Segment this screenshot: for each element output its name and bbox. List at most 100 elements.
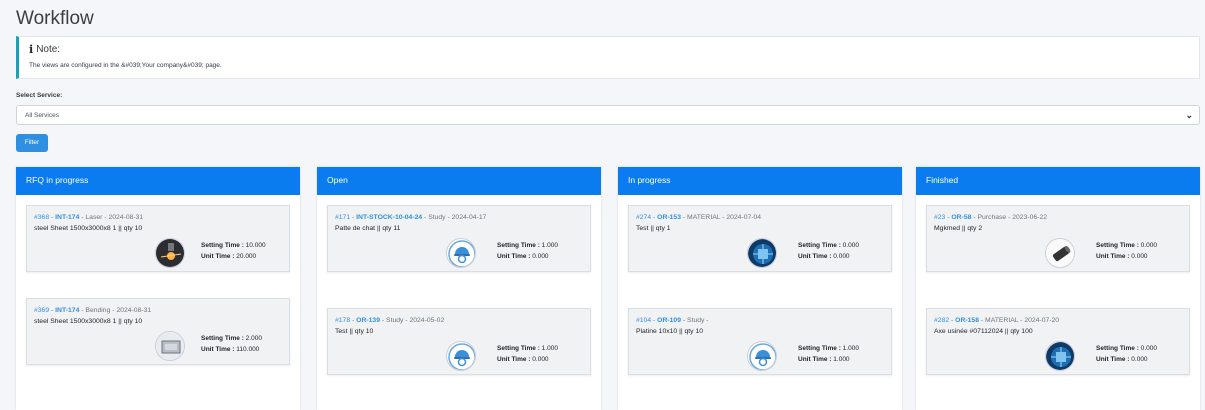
- setting-time-label: Setting Time :: [798, 345, 841, 352]
- card-header-line: #171 - INT-STOCK-10-04-24 - Study - 2024…: [335, 214, 486, 221]
- page-title: Workflow: [16, 8, 94, 29]
- card-times: Setting Time : 0.000 Unit Time : 0.000: [1096, 343, 1157, 365]
- workflow-card[interactable]: #368 - INT-174 - Laser - 2024-08-31 steel…: [26, 205, 290, 272]
- card-reference-link[interactable]: OR-139: [356, 317, 380, 324]
- card-description: Patte de chat || qty 11: [335, 225, 401, 232]
- setting-time-value: 0.000: [1140, 242, 1157, 249]
- card-operation: Laser: [85, 214, 103, 221]
- card-number-link[interactable]: #282: [934, 317, 949, 324]
- card-number-link[interactable]: #23: [934, 214, 945, 221]
- unit-time-label: Unit Time :: [497, 253, 531, 260]
- unit-time-row: Unit Time : 0.000: [1096, 251, 1157, 262]
- card-reference-link[interactable]: INT-174: [55, 214, 79, 221]
- note-box: i Note: The views are configured in the …: [16, 36, 1200, 79]
- workflow-card[interactable]: #274 - OR-153 - MATERIAL - 2024-07-04 Tes…: [628, 205, 892, 272]
- note-heading-text: Note:: [36, 44, 61, 55]
- column-in-progress: In progress #274 - OR-153 - MATERIAL - 20…: [618, 167, 902, 410]
- card-number-link[interactable]: #171: [335, 214, 350, 221]
- card-header-line: #369 - INT-174 - Bending - 2024-08-31: [34, 307, 151, 314]
- card-reference-link[interactable]: INT-STOCK-10-04-24: [356, 214, 422, 221]
- service-select[interactable]: All Services ⌄: [16, 105, 1200, 125]
- column-header: RFQ in progress: [16, 167, 300, 195]
- setting-time-label: Setting Time :: [201, 242, 244, 249]
- card-number-link[interactable]: #178: [335, 317, 350, 324]
- setting-time-value: 1.000: [541, 242, 558, 249]
- setting-time-row: Setting Time : 1.000: [497, 343, 558, 354]
- unit-time-row: Unit Time : 0.000: [1096, 354, 1157, 365]
- card-date: 2024-08-31: [116, 307, 152, 314]
- column-header: In progress: [618, 167, 902, 195]
- card-header-line: #274 - OR-153 - MATERIAL - 2024-07-04: [636, 214, 761, 221]
- column-finished: Finished #23 - OR-58 - Purchase - 2023-06…: [916, 167, 1200, 410]
- service-label: Select Service:: [16, 92, 63, 99]
- unit-time-row: Unit Time : 0.000: [798, 251, 859, 262]
- filter-button[interactable]: Filter: [16, 134, 48, 152]
- card-number-link[interactable]: #274: [636, 214, 651, 221]
- card-operation: Study: [687, 317, 705, 324]
- laser-cut-image: [155, 238, 185, 268]
- workflow-card[interactable]: #369 - INT-174 - Bending - 2024-08-31 ste…: [26, 298, 290, 365]
- card-times: Setting Time : 1.000 Unit Time : 1.000: [798, 343, 859, 365]
- unit-time-label: Unit Time :: [497, 356, 531, 363]
- material-chip-image: [747, 238, 777, 268]
- card-times: Setting Time : 1.000 Unit Time : 0.000: [497, 343, 558, 365]
- card-reference-link[interactable]: OR-153: [657, 214, 681, 221]
- column-rfq-in-progress: RFQ in progress #368 - INT-174 - Laser - …: [16, 167, 300, 410]
- card-date: 2024-07-04: [726, 214, 762, 221]
- card-number-link[interactable]: #369: [34, 307, 49, 314]
- card-description: Mgkmed || qty 2: [934, 225, 983, 232]
- service-selected-value: All Services: [25, 112, 59, 119]
- setting-time-label: Setting Time :: [1096, 242, 1139, 249]
- engineer-helmet-icon: [446, 341, 476, 371]
- setting-time-row: Setting Time : 0.000: [1096, 240, 1157, 251]
- workflow-card[interactable]: #178 - OR-139 - Study - 2024-05-02 Test |…: [327, 308, 591, 375]
- card-number-link[interactable]: #104: [636, 317, 651, 324]
- card-times: Setting Time : 1.000 Unit Time : 0.000: [497, 240, 558, 262]
- setting-time-value: 0.000: [1140, 345, 1157, 352]
- workflow-card[interactable]: #282 - OR-158 - MATERIAL - 2024-07-20 Axe…: [926, 308, 1190, 375]
- note-heading: i Note:: [29, 43, 60, 56]
- separator: -: [704, 317, 709, 324]
- setting-time-value: 1.000: [541, 345, 558, 352]
- chevron-down-icon: ⌄: [1185, 110, 1193, 120]
- unit-time-label: Unit Time :: [1096, 356, 1130, 363]
- card-description: steel Sheet 1500x3000x8 1 || qty 10: [34, 225, 143, 232]
- card-description: steel Sheet 1500x3000x8 1 || qty 10: [34, 318, 143, 325]
- card-reference-link[interactable]: INT-174: [55, 307, 79, 314]
- note-text: The views are configured in the &#039;Yo…: [29, 62, 222, 69]
- card-date: 2024-08-31: [108, 214, 144, 221]
- setting-time-row: Setting Time : 10.000: [201, 240, 266, 251]
- card-times: Setting Time : 0.000 Unit Time : 0.000: [1096, 240, 1157, 262]
- card-reference-link[interactable]: OR-109: [657, 317, 681, 324]
- setting-time-value: 0.000: [842, 242, 859, 249]
- card-header-line: #282 - OR-158 - MATERIAL - 2024-07-20: [934, 317, 1059, 324]
- card-operation: Study: [428, 214, 446, 221]
- card-reference-link[interactable]: OR-158: [955, 317, 979, 324]
- card-date: 2024-07-20: [1024, 317, 1060, 324]
- card-header-line: #178 - OR-139 - Study - 2024-05-02: [335, 317, 444, 324]
- workflow-card[interactable]: #23 - OR-58 - Purchase - 2023-06-22 Mgkme…: [926, 205, 1190, 272]
- unit-time-value: 20.000: [236, 253, 257, 260]
- card-date: 2024-04-17: [451, 214, 487, 221]
- card-reference-link[interactable]: OR-58: [951, 214, 971, 221]
- setting-time-label: Setting Time :: [201, 335, 244, 342]
- setting-time-value: 10.000: [245, 242, 266, 249]
- unit-time-value: 1.000: [833, 356, 850, 363]
- unit-time-label: Unit Time :: [798, 253, 832, 260]
- unit-time-row: Unit Time : 0.000: [497, 251, 558, 262]
- workflow-card[interactable]: #104 - OR-109 - Study - Platine 10x10 ||…: [628, 308, 892, 375]
- card-number-link[interactable]: #368: [34, 214, 49, 221]
- engineer-helmet-icon: [747, 341, 777, 371]
- card-operation: Study: [386, 317, 404, 324]
- card-description: Test || qty 1: [636, 225, 671, 232]
- unit-time-label: Unit Time :: [201, 346, 235, 353]
- setting-time-row: Setting Time : 2.000: [201, 333, 262, 344]
- workflow-card[interactable]: #171 - INT-STOCK-10-04-24 - Study - 2024…: [327, 205, 591, 272]
- card-operation: MATERIAL: [687, 214, 721, 221]
- setting-time-label: Setting Time :: [1096, 345, 1139, 352]
- card-header-line: #368 - INT-174 - Laser - 2024-08-31: [34, 214, 143, 221]
- bending-machine-image: [155, 331, 185, 361]
- setting-time-label: Setting Time :: [497, 345, 540, 352]
- card-date: 2024-05-02: [409, 317, 445, 324]
- unit-time-row: Unit Time : 20.000: [201, 251, 266, 262]
